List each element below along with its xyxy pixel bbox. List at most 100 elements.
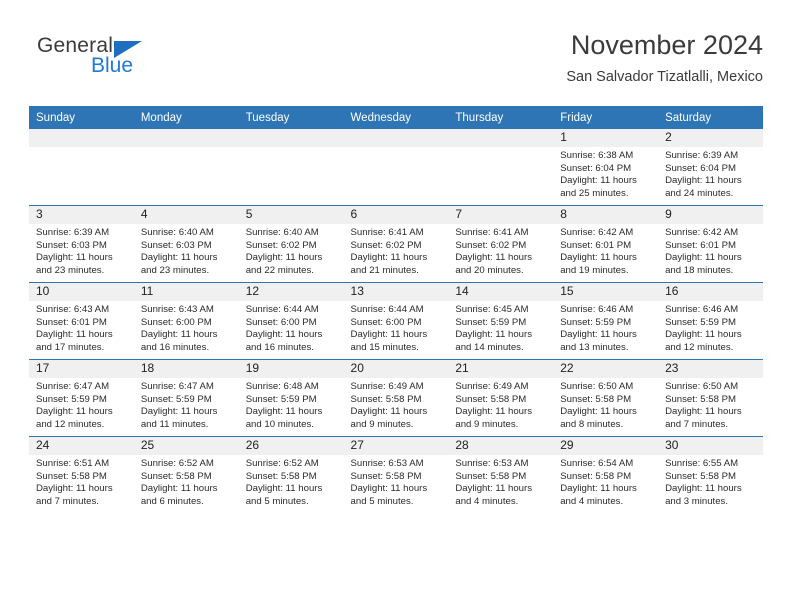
sunset-text: Sunset: 5:58 PM (36, 470, 107, 482)
calendar-day-cell[interactable]: 22 Sunrise: 6:50 AM Sunset: 5:58 PM Dayligh… (553, 359, 659, 437)
page-title: November 2024 (570, 30, 763, 60)
daylight-text: Daylight: 11 hours and 10 minutes. (245, 406, 323, 430)
sunrise-text: Sunrise: 6:45 AM (455, 304, 529, 315)
sunset-text: Sunset: 5:59 PM (560, 316, 632, 328)
day-number (238, 129, 344, 147)
day-details: Sunrise: 6:45 AM Sunset: 5:59 PM Daylight:… (448, 301, 553, 354)
calendar-day-cell[interactable]: 6 Sunrise: 6:41 AM Sunset: 6:02 PM Daylight… (343, 205, 449, 283)
calendar-week-row: 17 Sunrise: 6:47 AM Sunset: 5:59 PM Dayligh… (29, 359, 763, 437)
day-number: 27 (343, 437, 449, 455)
day-details: Sunrise: 6:53 AM Sunset: 5:58 PM Daylight:… (448, 455, 553, 508)
day-number: 12 (238, 283, 344, 301)
sunrise-text: Sunrise: 6:43 AM (36, 304, 110, 315)
day-details: Sunrise: 6:55 AM Sunset: 5:58 PM Daylight:… (658, 455, 763, 508)
calendar-day-cell[interactable]: 23 Sunrise: 6:50 AM Sunset: 5:58 PM Dayligh… (658, 359, 763, 437)
sunrise-text: Sunrise: 6:52 AM (140, 458, 214, 469)
calendar-day-cell[interactable]: 15 Sunrise: 6:46 AM Sunset: 5:59 PM Dayligh… (553, 282, 659, 360)
day-number: 25 (133, 437, 239, 455)
sunset-text: Sunset: 6:03 PM (36, 239, 107, 251)
day-number: 14 (448, 283, 554, 301)
sunrise-text: Sunrise: 6:50 AM (560, 381, 634, 392)
calendar-day-cell[interactable]: 20 Sunrise: 6:49 AM Sunset: 5:58 PM Dayligh… (343, 359, 449, 437)
calendar-day-cell[interactable]: 24 Sunrise: 6:51 AM Sunset: 5:58 PM Dayligh… (29, 436, 134, 513)
sunrise-text: Sunrise: 6:52 AM (245, 458, 319, 469)
weekday-header-thursday: Thursday (448, 106, 554, 129)
calendar-day-cell[interactable]: 27 Sunrise: 6:53 AM Sunset: 5:58 PM Dayligh… (343, 436, 449, 513)
sunrise-text: Sunrise: 6:43 AM (140, 304, 214, 315)
day-number: 13 (343, 283, 449, 301)
calendar-day-cell[interactable]: 2 Sunrise: 6:39 AM Sunset: 6:04 PM Daylight… (658, 129, 763, 206)
day-number: 16 (658, 283, 763, 301)
calendar-day-cell[interactable]: 1 Sunrise: 6:38 AM Sunset: 6:04 PM Daylight… (553, 129, 659, 206)
sunrise-text: Sunrise: 6:40 AM (245, 227, 319, 238)
day-details: Sunrise: 6:43 AM Sunset: 6:00 PM Daylight:… (134, 301, 239, 354)
day-number: 9 (658, 206, 763, 224)
daylight-text: Daylight: 11 hours and 13 minutes. (560, 329, 637, 353)
weekday-header-wednesday: Wednesday (343, 106, 449, 129)
calendar-day-cell[interactable]: 29 Sunrise: 6:54 AM Sunset: 5:58 PM Dayligh… (553, 436, 659, 513)
day-number: 26 (238, 437, 344, 455)
day-details: Sunrise: 6:40 AM Sunset: 6:03 PM Daylight:… (134, 224, 239, 277)
day-details: Sunrise: 6:52 AM Sunset: 5:58 PM Daylight:… (239, 455, 344, 508)
calendar-day-cell[interactable]: 19 Sunrise: 6:48 AM Sunset: 5:59 PM Dayligh… (238, 359, 344, 437)
sunset-text: Sunset: 5:59 PM (36, 393, 107, 405)
calendar-day-cell[interactable]: 28 Sunrise: 6:53 AM Sunset: 5:58 PM Dayligh… (448, 436, 554, 513)
calendar-day-cell[interactable]: 3 Sunrise: 6:39 AM Sunset: 6:03 PM Daylight… (29, 205, 134, 283)
daylight-text: Daylight: 11 hours and 20 minutes. (455, 252, 532, 276)
day-number: 28 (448, 437, 554, 455)
daylight-text: Daylight: 11 hours and 4 minutes. (560, 483, 637, 507)
calendar-day-cell[interactable]: 9 Sunrise: 6:42 AM Sunset: 6:01 PM Daylight… (658, 205, 763, 283)
daylight-text: Daylight: 11 hours and 24 minutes. (665, 175, 742, 199)
daylight-text: Daylight: 11 hours and 6 minutes. (140, 483, 218, 507)
sunrise-text: Sunrise: 6:51 AM (36, 458, 110, 469)
calendar-day-cell[interactable]: 8 Sunrise: 6:42 AM Sunset: 6:01 PM Daylight… (553, 205, 659, 283)
sunset-text: Sunset: 6:02 PM (455, 239, 527, 251)
day-number: 21 (448, 360, 554, 378)
day-details: Sunrise: 6:39 AM Sunset: 6:04 PM Daylight:… (658, 147, 763, 200)
daylight-text: Daylight: 11 hours and 14 minutes. (455, 329, 532, 353)
daylight-text: Daylight: 11 hours and 9 minutes. (350, 406, 428, 430)
calendar-day-cell-empty (29, 129, 134, 206)
brand-logo[interactable]: General Blue (29, 32, 229, 88)
brand-name-blue: Blue (91, 54, 134, 77)
calendar-day-cell[interactable]: 4 Sunrise: 6:40 AM Sunset: 6:03 PM Daylight… (133, 205, 239, 283)
sunset-text: Sunset: 5:59 PM (665, 316, 736, 328)
calendar-day-cell[interactable]: 11 Sunrise: 6:43 AM Sunset: 6:00 PM Dayligh… (133, 282, 239, 360)
daylight-text: Daylight: 11 hours and 5 minutes. (245, 483, 323, 507)
calendar-day-cell[interactable]: 5 Sunrise: 6:40 AM Sunset: 6:02 PM Daylight… (238, 205, 344, 283)
day-number (448, 129, 554, 147)
calendar-day-cell[interactable]: 10 Sunrise: 6:43 AM Sunset: 6:01 PM Dayligh… (29, 282, 134, 360)
daylight-text: Daylight: 11 hours and 21 minutes. (350, 252, 428, 276)
calendar-day-cell[interactable]: 13 Sunrise: 6:44 AM Sunset: 6:00 PM Dayligh… (343, 282, 449, 360)
calendar-day-cell[interactable]: 21 Sunrise: 6:49 AM Sunset: 5:58 PM Dayligh… (448, 359, 554, 437)
day-number: 8 (553, 206, 659, 224)
calendar-day-cell[interactable]: 26 Sunrise: 6:52 AM Sunset: 5:58 PM Dayligh… (238, 436, 344, 513)
sunset-text: Sunset: 5:58 PM (245, 470, 317, 482)
calendar-day-cell[interactable]: 25 Sunrise: 6:52 AM Sunset: 5:58 PM Dayligh… (133, 436, 239, 513)
calendar-day-cell[interactable]: 30 Sunrise: 6:55 AM Sunset: 5:58 PM Dayligh… (658, 436, 763, 513)
sunset-text: Sunset: 6:02 PM (350, 239, 422, 251)
daylight-text: Daylight: 11 hours and 17 minutes. (36, 329, 113, 353)
sunset-text: Sunset: 5:58 PM (560, 393, 632, 405)
daylight-text: Daylight: 11 hours and 23 minutes. (140, 252, 218, 276)
day-number: 7 (448, 206, 554, 224)
calendar-day-cell[interactable]: 7 Sunrise: 6:41 AM Sunset: 6:02 PM Daylight… (448, 205, 554, 283)
calendar-day-cell[interactable]: 17 Sunrise: 6:47 AM Sunset: 5:59 PM Dayligh… (29, 359, 134, 437)
weekday-header-saturday: Saturday (658, 106, 763, 129)
calendar-day-cell[interactable]: 18 Sunrise: 6:47 AM Sunset: 5:59 PM Dayligh… (133, 359, 239, 437)
sunrise-text: Sunrise: 6:53 AM (455, 458, 529, 469)
weekday-header-friday: Friday (553, 106, 659, 129)
sunrise-text: Sunrise: 6:44 AM (245, 304, 319, 315)
calendar-day-cell[interactable]: 16 Sunrise: 6:46 AM Sunset: 5:59 PM Dayligh… (658, 282, 763, 360)
daylight-text: Daylight: 11 hours and 15 minutes. (350, 329, 428, 353)
day-number: 11 (133, 283, 239, 301)
day-details: Sunrise: 6:39 AM Sunset: 6:03 PM Daylight:… (29, 224, 134, 277)
daylight-text: Daylight: 11 hours and 8 minutes. (560, 406, 637, 430)
sunset-text: Sunset: 5:58 PM (140, 470, 212, 482)
sunset-text: Sunset: 5:58 PM (665, 470, 736, 482)
day-details: Sunrise: 6:44 AM Sunset: 6:00 PM Daylight:… (344, 301, 449, 354)
calendar-day-cell[interactable]: 12 Sunrise: 6:44 AM Sunset: 6:00 PM Dayligh… (238, 282, 344, 360)
calendar-day-cell[interactable]: 14 Sunrise: 6:45 AM Sunset: 5:59 PM Dayligh… (448, 282, 554, 360)
calendar-day-cell-empty (448, 129, 554, 206)
calendar-header-row: Sunday Monday Tuesday Wednesday Thursday… (29, 106, 763, 129)
